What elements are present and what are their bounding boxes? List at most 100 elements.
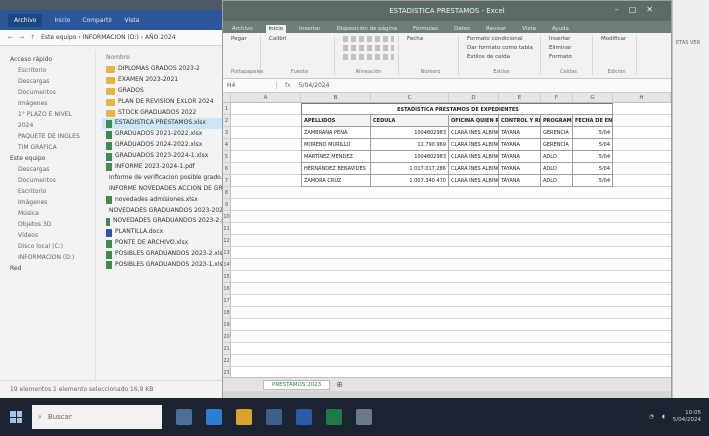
clock[interactable]: 10:05 5/04/2024 <box>673 410 701 424</box>
row-header[interactable]: 21 <box>223 343 231 355</box>
nav-item[interactable]: Imágenes <box>4 197 91 208</box>
table-cell[interactable]: 11.790.969 <box>371 139 449 151</box>
nav-item[interactable]: Disco local (C:) <box>4 241 91 252</box>
store-icon[interactable] <box>266 409 282 425</box>
column-header[interactable]: G <box>573 93 613 103</box>
column-header[interactable]: D <box>449 93 499 103</box>
maximize-icon[interactable]: □ <box>629 5 647 14</box>
nav-item[interactable]: 2024 <box>4 120 91 131</box>
row-header[interactable]: 8 <box>223 187 231 199</box>
select-all-corner[interactable] <box>223 93 231 103</box>
table-cell[interactable]: HERNANDEZ BENAVIDES <box>301 163 371 175</box>
row-header[interactable]: 19 <box>223 319 231 331</box>
nav-item[interactable]: Acceso rápido <box>4 54 91 65</box>
row-header[interactable]: 20 <box>223 331 231 343</box>
table-header-cell[interactable]: CONTROL Y RECEPCION <box>499 115 541 127</box>
file-row[interactable]: GRADUADOS 2024-2022.xlsx <box>102 140 231 151</box>
ribbon-button[interactable]: Modificar <box>601 36 632 42</box>
nav-item[interactable]: Escritorio <box>4 186 91 197</box>
breadcrumb[interactable]: Este equipo › INFORMACION (D:) › AÑO 202… <box>41 34 175 41</box>
nav-item[interactable]: Documentos <box>4 175 91 186</box>
ribbon-button[interactable]: Calibri <box>269 36 330 42</box>
file-row[interactable]: EXAMEN 2023-2021 <box>102 75 231 86</box>
table-cell[interactable]: 1004802983 <box>371 151 449 163</box>
nav-item[interactable]: PAQUETE DE INGLES <box>4 131 91 142</box>
column-header-name[interactable]: Nombre <box>102 54 231 64</box>
table-cell[interactable]: GERENCIA <box>541 127 573 139</box>
nav-item[interactable]: 1° PLAZO E NIVEL <box>4 109 91 120</box>
windows-start-icon[interactable] <box>10 411 22 423</box>
nav-item[interactable]: INFORMACION (D:) <box>4 252 91 263</box>
file-row[interactable]: novedades admisiones.xlsx <box>102 195 231 206</box>
table-cell[interactable]: CLARA INES ALBINO RPC <box>449 163 499 175</box>
row-header[interactable]: 13 <box>223 247 231 259</box>
file-row[interactable]: GRADOS <box>102 86 231 97</box>
table-header-cell[interactable]: FECHA DE ENTREGA <box>573 115 613 127</box>
up-arrow-icon[interactable]: ↑ <box>30 34 35 41</box>
close-icon[interactable]: ✕ <box>646 5 663 14</box>
table-cell[interactable]: ADLO <box>541 151 573 163</box>
file-row[interactable]: POSIBLES GRADUANDOS 2023-2.xlsx <box>102 249 231 260</box>
ribbon-tab[interactable]: Datos <box>451 25 473 33</box>
column-header[interactable]: H <box>613 93 671 103</box>
column-header[interactable]: C <box>371 93 449 103</box>
name-box[interactable]: H4 <box>227 82 277 89</box>
table-cell[interactable]: ZAMORA CRUZ <box>301 175 371 187</box>
explorer-tab-home[interactable]: Inicio <box>54 17 70 24</box>
table-cell[interactable]: TAYANA <box>499 127 541 139</box>
forward-arrow-icon[interactable]: → <box>19 34 24 41</box>
network-icon[interactable]: ◔ <box>649 414 654 420</box>
ribbon-control[interactable] <box>343 36 394 42</box>
table-cell[interactable]: TAYANA <box>499 139 541 151</box>
taskbar-search-box[interactable]: ⌕ Buscar <box>32 405 162 429</box>
ribbon-control[interactable] <box>343 54 394 60</box>
nav-item[interactable]: Música <box>4 208 91 219</box>
file-row[interactable]: ESTADISTICA PRESTAMOS.xlsx <box>102 118 231 130</box>
row-header[interactable]: 9 <box>223 199 231 211</box>
ribbon-tab[interactable]: Revisar <box>483 25 509 33</box>
file-row[interactable]: NOVEDADES GRADUANDOS 2023-2024.xlsx <box>102 206 231 217</box>
ribbon-button[interactable]: Formato condicional <box>467 36 536 42</box>
nav-item[interactable]: Objetos 3D <box>4 219 91 230</box>
column-header[interactable]: F <box>541 93 573 103</box>
row-header[interactable]: 4 <box>223 139 231 151</box>
task-view-icon[interactable] <box>176 409 192 425</box>
edge-icon[interactable] <box>206 409 222 425</box>
table-cell[interactable]: 5/04 <box>573 163 613 175</box>
row-header[interactable]: 15 <box>223 271 231 283</box>
row-header[interactable]: 1 <box>223 103 231 115</box>
table-cell[interactable]: 1.007.340.470 <box>371 175 449 187</box>
ribbon-tab[interactable]: Disposición de página <box>334 25 400 33</box>
file-row[interactable]: STOCK GRADUADOS 2022 <box>102 108 231 119</box>
explorer-tab-share[interactable]: Compartir <box>82 17 112 24</box>
file-row[interactable]: GRADUADOS 2021-2022.xlsx <box>102 129 231 140</box>
column-header[interactable]: E <box>499 93 541 103</box>
add-sheet-icon[interactable]: ⊕ <box>336 380 343 389</box>
file-row[interactable]: Informe de verificacion posible grado.pd… <box>102 173 231 184</box>
ribbon-tab[interactable]: Fórmulas <box>410 25 441 33</box>
table-cell[interactable]: TAYANA <box>499 175 541 187</box>
table-cell[interactable]: 5/04 <box>573 151 613 163</box>
ribbon-button[interactable]: Formato <box>549 54 588 60</box>
row-header[interactable]: 14 <box>223 259 231 271</box>
table-header-cell[interactable]: OFICINA QUIEN RECIBIO <box>449 115 499 127</box>
table-cell[interactable]: ZAMBRANA PEÑA <box>301 127 371 139</box>
row-header[interactable]: 7 <box>223 175 231 187</box>
ribbon-button[interactable]: Fecha <box>407 36 454 42</box>
explorer-address-bar[interactable]: ← → ↑ Este equipo › INFORMACION (D:) › A… <box>0 30 235 46</box>
table-cell[interactable]: 1.017.017.286 <box>371 163 449 175</box>
volume-icon[interactable]: ◖ <box>662 414 665 420</box>
table-cell[interactable]: 5/04 <box>573 127 613 139</box>
ribbon-tab[interactable]: Insertar <box>296 25 323 33</box>
excel-taskbar-icon[interactable] <box>326 409 342 425</box>
table-cell[interactable]: CLARA INES ALBINO RPC <box>449 127 499 139</box>
nav-item[interactable]: TIM GRAFICA <box>4 142 91 153</box>
row-header[interactable]: 3 <box>223 127 231 139</box>
row-header[interactable]: 2 <box>223 115 231 127</box>
table-header-cell[interactable]: APELLIDOS <box>301 115 371 127</box>
column-header[interactable]: B <box>301 93 371 103</box>
back-arrow-icon[interactable]: ← <box>8 34 13 41</box>
spreadsheet-grid[interactable]: A B C D E F G H 1 2 3 4 5 6 7 8 9 10 11 12 13 14 15 16 17 18 19 20 2… <box>223 93 671 379</box>
ribbon-tab[interactable]: Archivo <box>229 25 256 33</box>
row-header[interactable]: 5 <box>223 151 231 163</box>
